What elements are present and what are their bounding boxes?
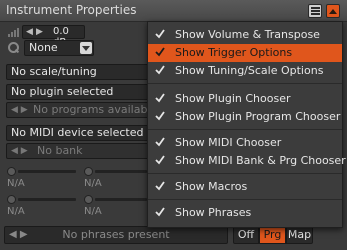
macro-slider[interactable] bbox=[95, 170, 147, 173]
checkmark-icon bbox=[155, 111, 165, 121]
menu-item-show-plugin-program-chooser[interactable]: Show Plugin Program Chooser bbox=[148, 108, 342, 126]
menu-item-show-midi-bank-prg[interactable]: Show MIDI Bank & Prg Chooser bbox=[148, 152, 346, 170]
search-icon[interactable] bbox=[8, 42, 19, 53]
program-select-value: No programs available bbox=[33, 103, 156, 116]
checkmark-icon bbox=[155, 47, 165, 57]
menu-item-show-macros[interactable]: Show Macros bbox=[148, 178, 342, 196]
macro-slider[interactable] bbox=[18, 170, 76, 173]
scale-select[interactable]: No scale/tuning bbox=[6, 64, 156, 80]
menu-item-show-plugin-chooser[interactable]: Show Plugin Chooser bbox=[148, 90, 342, 108]
plugin-select-value: No plugin selected bbox=[11, 85, 114, 98]
menu-item-label: Show Phrases bbox=[175, 206, 252, 219]
macro-knob[interactable] bbox=[84, 195, 93, 204]
macro-knob[interactable] bbox=[84, 167, 93, 176]
checkmark-icon bbox=[155, 29, 165, 39]
macro-knob[interactable] bbox=[7, 195, 16, 204]
phrase-mode-prg-button[interactable]: Prg bbox=[259, 226, 286, 244]
checkmark-icon bbox=[155, 137, 165, 147]
macro-value: N/A bbox=[84, 178, 102, 189]
menu-separator bbox=[148, 83, 342, 84]
menu-item-label: Show Volume & Transpose bbox=[175, 28, 320, 41]
menu-item-label: Show Plugin Chooser bbox=[175, 92, 291, 105]
macro-value: N/A bbox=[84, 206, 102, 217]
menu-item-label: Show MIDI Chooser bbox=[175, 136, 282, 149]
key-select-value: None bbox=[29, 41, 58, 54]
macro-value: N/A bbox=[7, 206, 25, 217]
properties-context-menu: Show Volume & Transpose Show Trigger Opt… bbox=[147, 21, 346, 228]
menu-separator bbox=[148, 173, 342, 174]
volume-field[interactable]: ◀▶ 0.0 dB bbox=[22, 25, 85, 48]
menu-item-show-phrases[interactable]: Show Phrases bbox=[148, 204, 342, 222]
macro-knob[interactable] bbox=[7, 167, 16, 176]
phrase-mode-map-button[interactable]: Map bbox=[286, 226, 313, 244]
checkmark-icon bbox=[155, 65, 165, 75]
menu-separator bbox=[148, 199, 342, 200]
panel-title: Instrument Properties bbox=[6, 3, 137, 17]
macro-slider[interactable] bbox=[18, 198, 76, 201]
menu-item-label: Show Trigger Options bbox=[175, 46, 293, 59]
dropdown-arrow-icon[interactable] bbox=[80, 42, 92, 54]
menu-separator bbox=[148, 129, 342, 130]
phrases-select[interactable]: ◀ ▶ No phrases present bbox=[4, 226, 228, 244]
plugin-select[interactable]: No plugin selected bbox=[6, 84, 156, 100]
menu-item-label: Show Macros bbox=[175, 180, 248, 193]
phrases-select-value: No phrases present bbox=[62, 228, 170, 241]
menu-item-show-tuning-scale[interactable]: Show Tuning/Scale Options bbox=[148, 62, 342, 80]
midi-device-select-value: No MIDI device selected bbox=[11, 126, 144, 139]
macro-slider[interactable] bbox=[95, 198, 147, 201]
macro-value: N/A bbox=[7, 178, 25, 189]
scale-select-value: No scale/tuning bbox=[11, 65, 97, 78]
phrase-mode-off-button[interactable]: Off bbox=[233, 226, 259, 244]
menu-item-label: Show Plugin Program Chooser bbox=[175, 110, 341, 123]
phrases-nav-arrows[interactable]: ◀ ▶ bbox=[9, 227, 28, 243]
program-select[interactable]: ◀ ▶ No programs available bbox=[6, 102, 156, 118]
bank-select-value: No bank bbox=[37, 144, 83, 157]
collapse-arrow-icon[interactable] bbox=[326, 4, 340, 18]
checkmark-icon bbox=[155, 181, 165, 191]
menu-item-show-volume-transpose[interactable]: Show Volume & Transpose bbox=[148, 26, 342, 44]
volume-icon bbox=[8, 28, 19, 37]
menu-item-show-trigger-options[interactable]: Show Trigger Options bbox=[148, 44, 342, 62]
checkmark-icon bbox=[155, 155, 165, 165]
bank-select[interactable]: ◀ ▶ No bank bbox=[6, 143, 156, 159]
menu-icon[interactable] bbox=[308, 4, 322, 18]
key-select[interactable]: None bbox=[24, 40, 94, 56]
checkmark-icon bbox=[155, 93, 165, 103]
program-nav-arrows[interactable]: ◀ ▶ bbox=[11, 103, 28, 117]
menu-item-show-midi-chooser[interactable]: Show MIDI Chooser bbox=[148, 134, 342, 152]
bank-nav-arrows[interactable]: ◀ ▶ bbox=[11, 144, 28, 158]
menu-item-label: Show MIDI Bank & Prg Chooser bbox=[175, 154, 346, 167]
menu-item-label: Show Tuning/Scale Options bbox=[175, 64, 324, 77]
checkmark-icon bbox=[155, 207, 165, 217]
midi-device-select[interactable]: No MIDI device selected bbox=[6, 125, 156, 141]
